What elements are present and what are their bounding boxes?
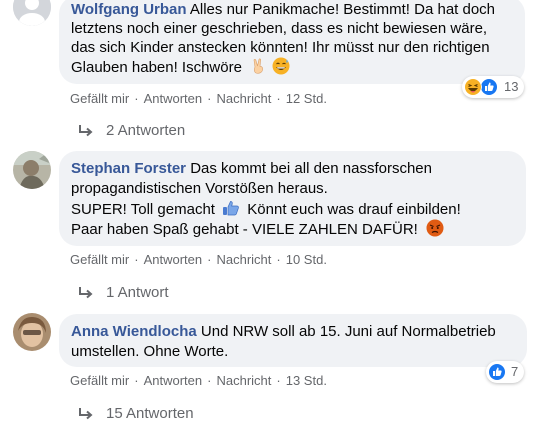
replies-count-label: 2 Antworten — [106, 122, 186, 139]
message-button[interactable]: Nachricht — [216, 252, 271, 268]
default-avatar-icon — [13, 0, 51, 26]
reactions-count: 13 — [504, 79, 519, 94]
like-reaction-icon — [488, 363, 506, 381]
reply-button[interactable]: Antworten — [144, 91, 203, 107]
timestamp[interactable]: 10 Std. — [286, 252, 327, 268]
victory-hand-emoji — [253, 58, 264, 74]
message-button[interactable]: Nachricht — [216, 91, 271, 107]
angry-face-emoji — [426, 219, 444, 237]
like-button[interactable]: Gefällt mir — [70, 252, 129, 268]
timestamp[interactable]: 13 Std. — [286, 373, 327, 389]
comment-text-line: Könnt euch was drauf einbilden! — [247, 201, 461, 218]
reply-button[interactable]: Antworten — [144, 252, 203, 268]
message-button[interactable]: Nachricht — [216, 373, 271, 389]
comment-text-line: letztens noch einer geschrieben, dass es… — [71, 20, 488, 37]
reply-arrow-icon — [79, 125, 93, 137]
comment-text-line: umstellen. Ohne Worte. — [71, 343, 229, 360]
user-photo-avatar — [13, 313, 51, 351]
avatar[interactable] — [13, 313, 51, 351]
comment-text-line: Glauben haben! Ischwöre — [71, 59, 242, 76]
comment-text-line: Paar haben Spaß gehabt - VIELE ZAHLEN DA… — [71, 221, 418, 238]
like-button[interactable]: Gefällt mir — [70, 373, 129, 389]
comment-bubble: Wolfgang Urban Alles nur Panikmache! Bes… — [59, 0, 525, 84]
reactions-count: 7 — [511, 364, 519, 379]
avatar[interactable] — [13, 0, 51, 26]
reply-arrow-icon — [79, 287, 93, 299]
replies-count-label: 1 Antwort — [106, 284, 169, 301]
view-replies-link[interactable]: 1 Antwort — [78, 283, 169, 303]
comment-text-line: Und NRW soll ab 15. Juni auf Normalbetri… — [200, 323, 496, 340]
view-replies-link[interactable]: 2 Antworten — [78, 121, 185, 141]
like-reaction-icon — [480, 78, 498, 96]
comment-bubble: Stephan Forster Das kommt bei all den na… — [59, 151, 526, 246]
timestamp[interactable]: 12 Std. — [286, 91, 327, 107]
grinning-sweat-emoji — [272, 57, 290, 75]
user-photo-avatar — [13, 151, 51, 189]
avatar[interactable] — [13, 151, 51, 189]
comment-author[interactable]: Wolfgang Urban — [71, 1, 187, 18]
reply-button[interactable]: Antworten — [144, 373, 203, 389]
thumbs-up-emoji — [223, 201, 239, 216]
reactions-summary[interactable]: 13 — [462, 76, 524, 98]
like-button[interactable]: Gefällt mir — [70, 91, 129, 107]
comment-author[interactable]: Anna Wiendlocha — [71, 323, 197, 340]
reactions-summary[interactable]: 7 — [486, 361, 524, 383]
reply-arrow-icon — [79, 408, 93, 420]
comment-bubble: Anna Wiendlocha Und NRW soll ab 15. Juni… — [59, 314, 527, 367]
comment-text-line: Das kommt bei all den nassforschen — [190, 160, 432, 177]
replies-count-label: 15 Antworten — [106, 405, 194, 422]
comment-text-line: Alles nur Panikmache! Bestimmt! Da hat d… — [189, 1, 496, 18]
comment-text-line: das sich Kinder anstecken könnten! Ihr m… — [71, 39, 490, 56]
haha-reaction-icon — [464, 78, 482, 96]
comment-author[interactable]: Stephan Forster — [71, 160, 186, 177]
comment-text-line: propagandistischen Vorstößen heraus. — [71, 180, 328, 197]
comment-text-line: SUPER! Toll gemacht — [71, 201, 215, 218]
view-replies-link[interactable]: 15 Antworten — [78, 404, 194, 424]
